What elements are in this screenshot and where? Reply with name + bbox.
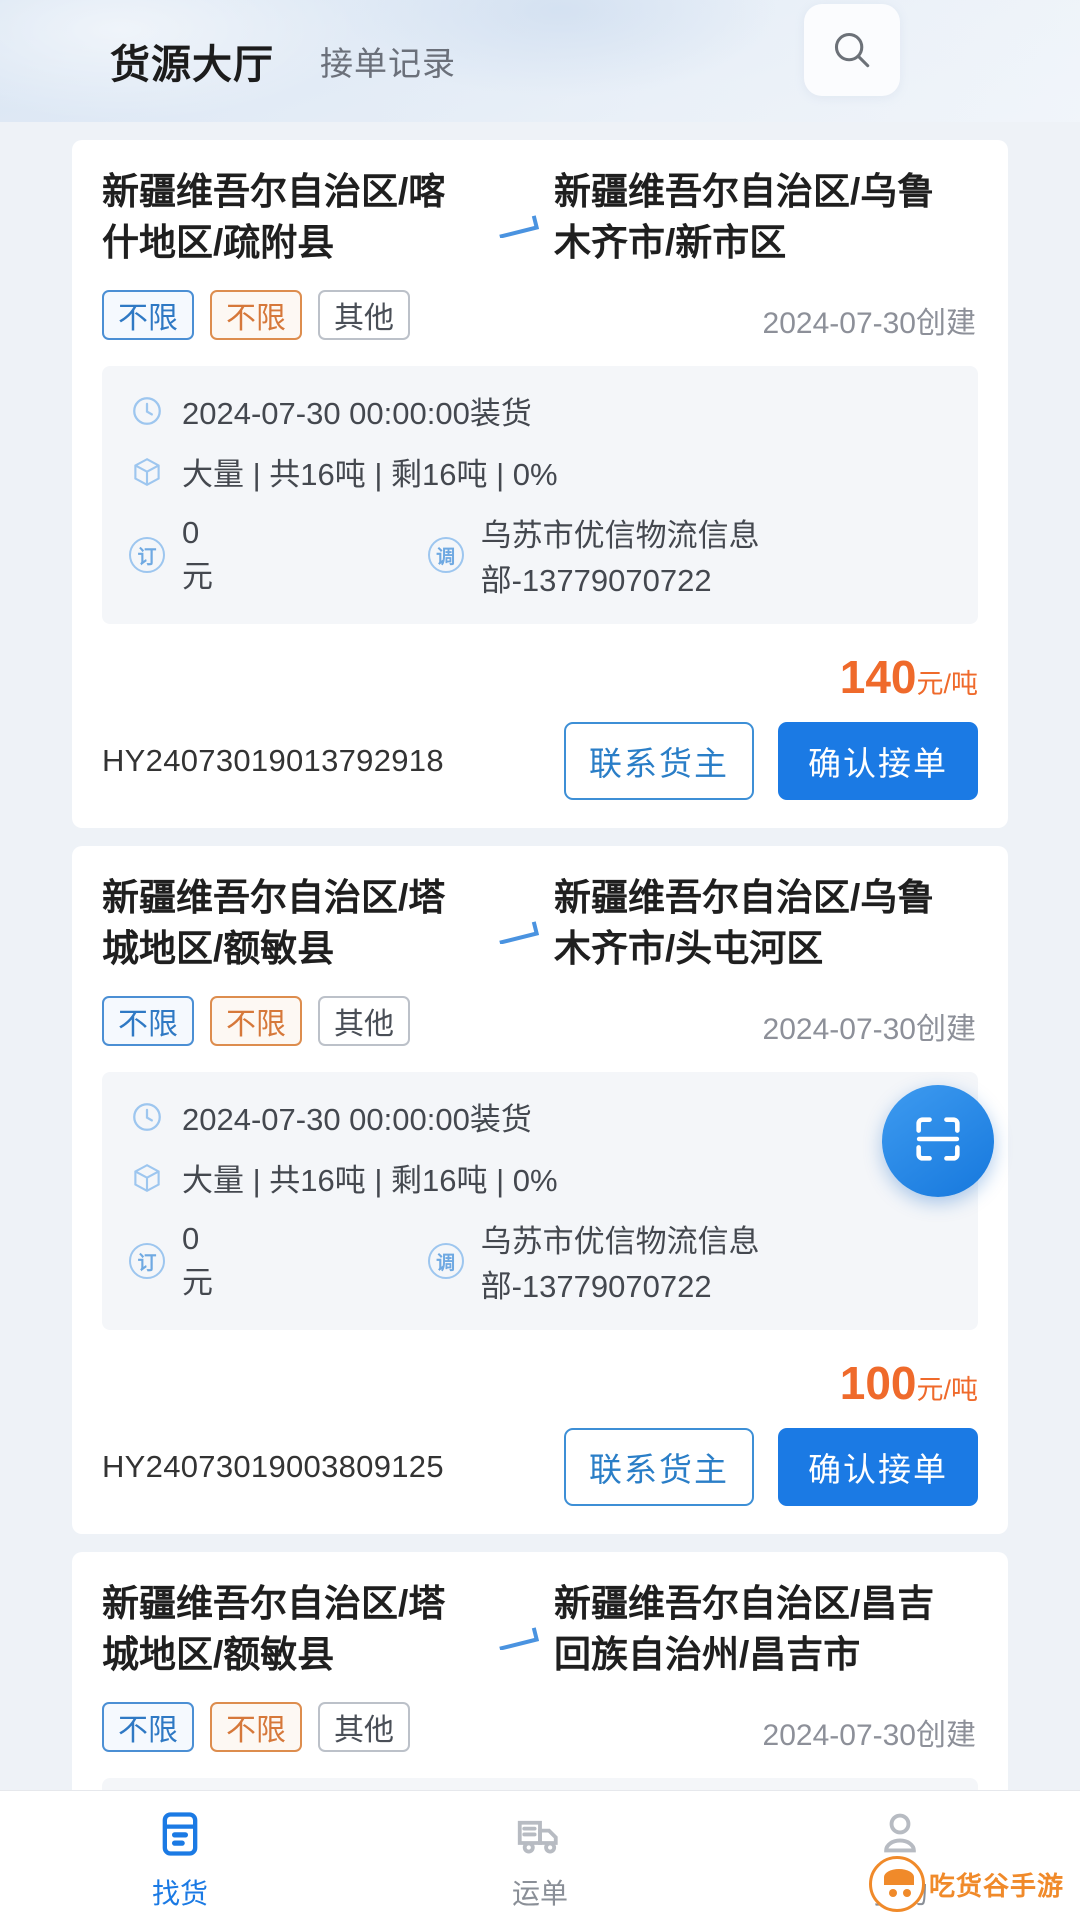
order-fee-icon: 订 bbox=[128, 536, 166, 574]
route-origin: 新疆维吾尔自治区/塔城地区/额敏县 bbox=[102, 872, 482, 974]
route-arrow-icon bbox=[482, 166, 554, 238]
tag-vehicle-length: 不限 bbox=[210, 996, 302, 1046]
card-actions: HY24073019013792918 联系货主 确认接单 bbox=[102, 722, 978, 800]
route-arrow-icon bbox=[482, 872, 554, 944]
cargo-card-icon bbox=[154, 1806, 206, 1862]
route-arrow-icon bbox=[482, 1578, 554, 1650]
tag-vehicle-length: 不限 bbox=[210, 290, 302, 340]
search-button[interactable] bbox=[804, 4, 900, 96]
card-actions: HY24073019003809125 联系货主 确认接单 bbox=[102, 1428, 978, 1506]
route-origin: 新疆维吾尔自治区/喀什地区/疏附县 bbox=[102, 166, 482, 268]
fee-dispatcher-row: 订 0元 调 乌苏市优信物流信息部-13779070722 bbox=[128, 1216, 952, 1306]
cargo-detail: 2024-07-30 00:00:00装货 bbox=[102, 1778, 978, 1790]
created-date: 2024-07-30创建 bbox=[763, 1004, 976, 1048]
search-icon bbox=[829, 27, 875, 73]
cargo-card[interactable]: 新疆维吾尔自治区/塔城地区/额敏县 新疆维吾尔自治区/昌吉回族自治州/昌吉市 不… bbox=[72, 1552, 1008, 1790]
cargo-detail: 2024-07-30 00:00:00装货 大量 | 共16吨 | 剩16吨 |… bbox=[102, 1072, 978, 1330]
route: 新疆维吾尔自治区/塔城地区/额敏县 新疆维吾尔自治区/昌吉回族自治州/昌吉市 bbox=[102, 1578, 978, 1680]
tab-order-records[interactable]: 接单记录 bbox=[320, 37, 456, 85]
dispatcher-icon: 调 bbox=[427, 536, 465, 574]
fee-text: 0元 bbox=[182, 515, 227, 596]
fee-text: 0元 bbox=[182, 1221, 227, 1302]
contact-owner-button[interactable]: 联系货主 bbox=[564, 722, 754, 800]
clock-icon bbox=[128, 1098, 166, 1136]
button-group: 联系货主 确认接单 bbox=[564, 722, 978, 800]
price-row: 140元/吨 bbox=[102, 650, 978, 708]
clock-icon bbox=[128, 392, 166, 430]
cargo-text: 大量 | 共16吨 | 剩16吨 | 0% bbox=[182, 449, 558, 494]
nav-label-find-cargo: 找货 bbox=[152, 1872, 208, 1912]
contact-owner-button[interactable]: 联系货主 bbox=[564, 1428, 754, 1506]
cargo-row: 大量 | 共16吨 | 剩16吨 | 0% bbox=[128, 449, 952, 494]
dispatcher-icon: 调 bbox=[427, 1242, 465, 1280]
app-root: 货源大厅 接单记录 新疆维吾尔自治区/喀什地区/疏附县 新疆维吾尔自治 bbox=[0, 0, 1080, 1920]
cargo-text: 大量 | 共16吨 | 剩16吨 | 0% bbox=[182, 1155, 558, 1200]
tag-cargo-type: 其他 bbox=[318, 290, 410, 340]
price-row: 100元/吨 bbox=[102, 1356, 978, 1414]
dispatcher-text: 乌苏市优信物流信息部-13779070722 bbox=[481, 1216, 952, 1306]
load-time-text: 2024-07-30 00:00:00装货 bbox=[182, 388, 532, 433]
scan-qr-icon bbox=[909, 1110, 967, 1173]
price-unit: 元/吨 bbox=[916, 669, 978, 699]
box-icon bbox=[128, 1159, 166, 1197]
route-destination: 新疆维吾尔自治区/乌鲁木齐市/头屯河区 bbox=[554, 872, 954, 974]
created-date: 2024-07-30创建 bbox=[763, 1710, 976, 1754]
load-time-text: 2024-07-30 00:00:00装货 bbox=[182, 1094, 532, 1139]
cargo-list[interactable]: 新疆维吾尔自治区/喀什地区/疏附县 新疆维吾尔自治区/乌鲁木齐市/新市区 不限 … bbox=[0, 122, 1080, 1790]
dispatcher-text: 乌苏市优信物流信息部-13779070722 bbox=[481, 510, 952, 600]
tag-row: 不限 不限 其他 2024-07-30创建 bbox=[102, 996, 978, 1046]
scan-fab-button[interactable] bbox=[882, 1085, 994, 1197]
tag-cargo-type: 其他 bbox=[318, 1702, 410, 1752]
nav-item-find-cargo[interactable]: 找货 bbox=[0, 1791, 360, 1920]
price-value: 100 bbox=[840, 1357, 917, 1409]
tag-cargo-type: 其他 bbox=[318, 996, 410, 1046]
load-time-row: 2024-07-30 00:00:00装货 bbox=[128, 388, 952, 433]
cargo-row: 大量 | 共16吨 | 剩16吨 | 0% bbox=[128, 1155, 952, 1200]
created-date: 2024-07-30创建 bbox=[763, 298, 976, 342]
route-destination: 新疆维吾尔自治区/昌吉回族自治州/昌吉市 bbox=[554, 1578, 954, 1680]
price-unit: 元/吨 bbox=[916, 1375, 978, 1405]
route: 新疆维吾尔自治区/塔城地区/额敏县 新疆维吾尔自治区/乌鲁木齐市/头屯河区 bbox=[102, 872, 978, 974]
tag-vehicle-type: 不限 bbox=[102, 1702, 194, 1752]
load-time-row: 2024-07-30 00:00:00装货 bbox=[128, 1094, 952, 1139]
person-icon bbox=[874, 1806, 926, 1862]
page-header: 货源大厅 接单记录 bbox=[0, 0, 1080, 122]
confirm-order-button[interactable]: 确认接单 bbox=[778, 1428, 978, 1506]
button-group: 联系货主 确认接单 bbox=[564, 1428, 978, 1506]
confirm-order-button[interactable]: 确认接单 bbox=[778, 722, 978, 800]
route-destination: 新疆维吾尔自治区/乌鲁木齐市/新市区 bbox=[554, 166, 954, 268]
watermark: 吃货谷手游 bbox=[869, 1856, 1064, 1912]
cargo-detail: 2024-07-30 00:00:00装货 大量 | 共16吨 | 剩16吨 |… bbox=[102, 366, 978, 624]
price-value: 140 bbox=[840, 651, 917, 703]
cargo-card[interactable]: 新疆维吾尔自治区/喀什地区/疏附县 新疆维吾尔自治区/乌鲁木齐市/新市区 不限 … bbox=[72, 140, 1008, 828]
nav-item-waybill[interactable]: 运单 bbox=[360, 1791, 720, 1920]
watermark-face-icon bbox=[869, 1856, 925, 1912]
watermark-text: 吃货谷手游 bbox=[929, 1866, 1064, 1903]
truck-icon bbox=[513, 1806, 567, 1862]
route: 新疆维吾尔自治区/喀什地区/疏附县 新疆维吾尔自治区/乌鲁木齐市/新市区 bbox=[102, 166, 978, 268]
tag-row: 不限 不限 其他 2024-07-30创建 bbox=[102, 290, 978, 340]
fee-dispatcher-row: 订 0元 调 乌苏市优信物流信息部-13779070722 bbox=[128, 510, 952, 600]
order-number: HY24073019013792918 bbox=[102, 743, 444, 779]
tag-row: 不限 不限 其他 2024-07-30创建 bbox=[102, 1702, 978, 1752]
tag-vehicle-length: 不限 bbox=[210, 1702, 302, 1752]
tag-vehicle-type: 不限 bbox=[102, 290, 194, 340]
tag-vehicle-type: 不限 bbox=[102, 996, 194, 1046]
order-number: HY24073019003809125 bbox=[102, 1449, 444, 1485]
order-fee-icon: 订 bbox=[128, 1242, 166, 1280]
nav-label-waybill: 运单 bbox=[512, 1872, 568, 1912]
route-origin: 新疆维吾尔自治区/塔城地区/额敏县 bbox=[102, 1578, 482, 1680]
box-icon bbox=[128, 453, 166, 491]
tab-cargo-hall[interactable]: 货源大厅 bbox=[110, 32, 274, 90]
cargo-card[interactable]: 新疆维吾尔自治区/塔城地区/额敏县 新疆维吾尔自治区/乌鲁木齐市/头屯河区 不限… bbox=[72, 846, 1008, 1534]
